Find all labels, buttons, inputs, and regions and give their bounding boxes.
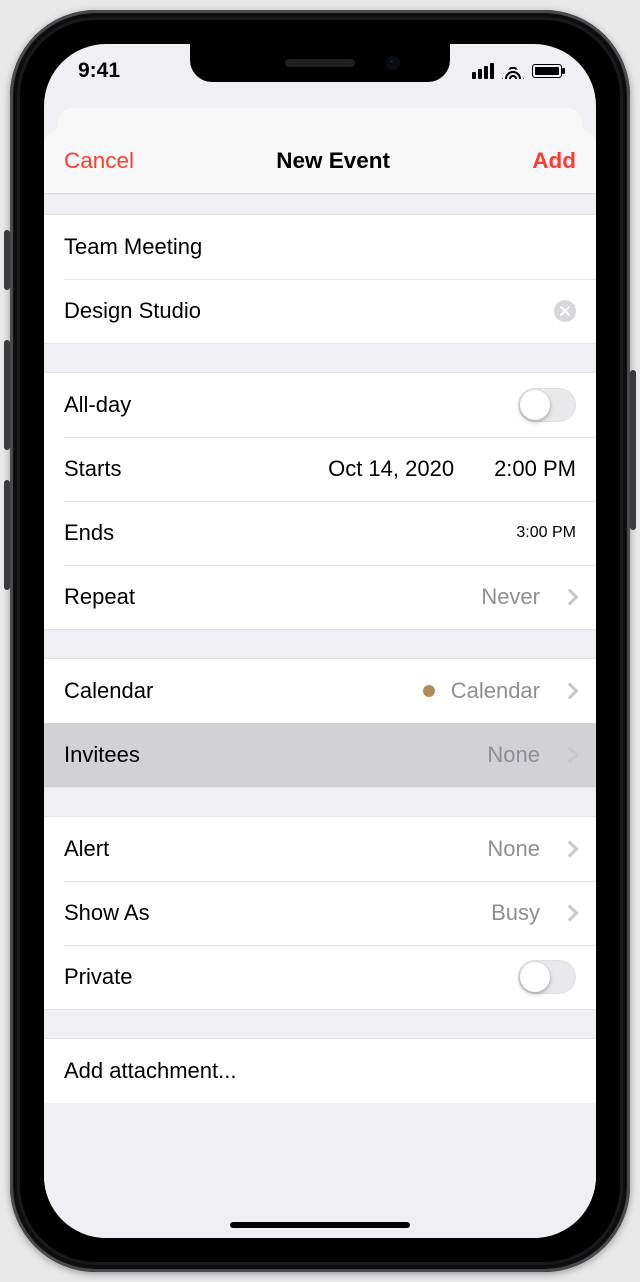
chevron-right-icon [562,841,579,858]
invitees-row[interactable]: Invitees None [44,723,596,787]
toggle-knob [520,390,550,420]
add-button[interactable]: Add [532,148,576,174]
ends-label: Ends [64,520,114,546]
calendar-section: Calendar Calendar Invitees None [44,658,596,788]
private-row: Private [44,945,596,1009]
event-title-value: Team Meeting [64,234,576,260]
clear-location-button[interactable] [554,300,576,322]
starts-date: Oct 14, 2020 [328,456,454,482]
cancel-button[interactable]: Cancel [64,148,134,174]
mute-switch [4,230,10,290]
chevron-right-icon [562,905,579,922]
calendar-value: Calendar [451,678,540,704]
calendar-row[interactable]: Calendar Calendar [44,659,596,723]
event-title-field[interactable]: Team Meeting [44,215,596,279]
add-attachment-row[interactable]: Add attachment... [44,1039,596,1103]
chevron-right-icon [562,683,579,700]
private-toggle[interactable] [518,960,576,994]
device-frame: 9:41 Cancel New Event Add [10,10,630,1272]
chevron-right-icon [562,589,579,606]
alert-value: None [487,836,540,862]
allday-toggle[interactable] [518,388,576,422]
ends-row[interactable]: Ends 3:00 PM [44,501,596,565]
calendar-label: Calendar [64,678,153,704]
chevron-right-icon [562,747,579,764]
modal-sheet: Cancel New Event Add Team Meeting Design… [44,128,596,1238]
event-location-field[interactable]: Design Studio [44,279,596,343]
calendar-color-dot [423,685,435,697]
repeat-label: Repeat [64,584,135,610]
showas-row[interactable]: Show As Busy [44,881,596,945]
starts-label: Starts [64,456,121,482]
allday-label: All-day [64,392,131,418]
ends-time: 3:00 PM [516,524,576,542]
starts-time: 2:00 PM [494,456,576,482]
invitees-label: Invitees [64,742,140,768]
basic-section: Team Meeting Design Studio [44,214,596,344]
invitees-value: None [487,742,540,768]
toggle-knob [520,962,550,992]
app: Cancel New Event Add Team Meeting Design… [44,44,596,1238]
alert-row[interactable]: Alert None [44,817,596,881]
bezel: 9:41 Cancel New Event Add [20,20,620,1262]
power-button [630,370,636,530]
private-label: Private [64,964,132,990]
volume-up [4,340,10,450]
event-location-value: Design Studio [64,298,201,324]
attachment-section: Add attachment... [44,1038,596,1103]
timing-section: All-day Starts Oct 14, 2020 2:00 PM Ends [44,372,596,630]
repeat-value: Never [481,584,540,610]
xmark-icon [560,306,570,316]
alert-label: Alert [64,836,109,862]
nav-title: New Event [276,148,390,174]
screen: 9:41 Cancel New Event Add [44,44,596,1238]
repeat-row[interactable]: Repeat Never [44,565,596,629]
showas-label: Show As [64,900,150,926]
home-indicator[interactable] [230,1222,410,1228]
add-attachment-label: Add attachment... [64,1058,236,1084]
options-section: Alert None Show As Busy [44,816,596,1010]
showas-value: Busy [491,900,540,926]
starts-row[interactable]: Starts Oct 14, 2020 2:00 PM [44,437,596,501]
volume-down [4,480,10,590]
nav-bar: Cancel New Event Add [44,128,596,194]
allday-row: All-day [44,373,596,437]
